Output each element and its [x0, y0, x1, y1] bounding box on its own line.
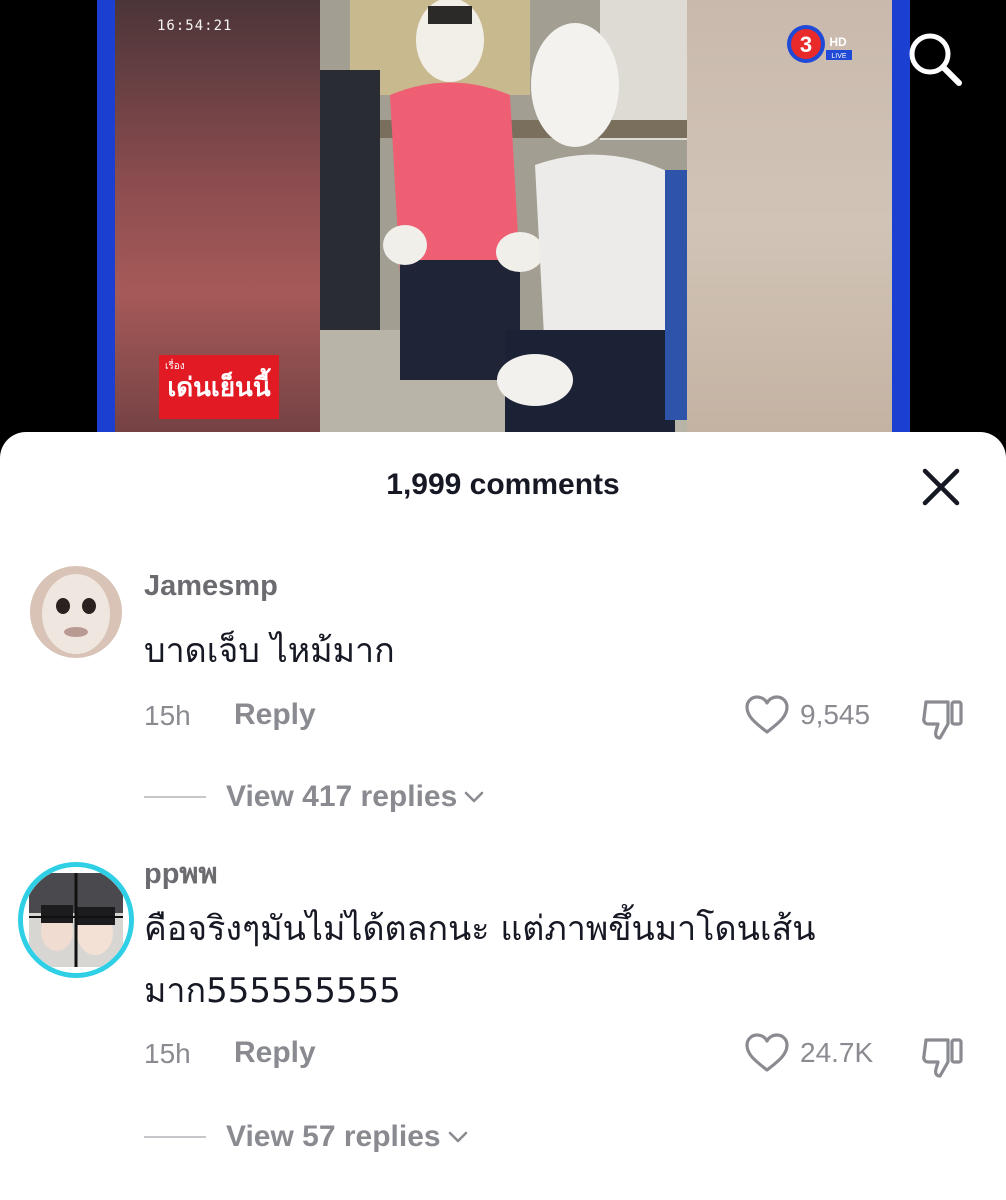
divider-line [144, 1136, 206, 1138]
avatar-story-ring[interactable] [18, 862, 134, 978]
news-broadcast-still: 16:54:21 3 HD LIVE เรื่อง เด่นเย็นนี้ [115, 0, 892, 450]
thumbs-down-icon [922, 1038, 963, 1078]
close-icon [922, 468, 960, 506]
thumbs-down-icon [922, 700, 963, 740]
comments-sheet: 1,999 comments Jamesmp บาดเจ็บ ไหม้มาก 1… [0, 432, 1006, 1200]
like-count: 9,545 [800, 699, 871, 730]
view-replies-label: View 417 replies [226, 780, 458, 813]
chevron-down-icon [448, 1131, 467, 1143]
comment-time: 15h [144, 1038, 191, 1069]
comment-text: บาดเจ็บ ไหม้มาก [144, 631, 395, 671]
comment-text-line-1: คือจริงๆมันไม่ได้ตลกนะ แต่ภาพขึ้นมาโดนเส… [144, 909, 816, 949]
view-replies-button[interactable]: View 57 replies [144, 1120, 469, 1154]
broadcast-timestamp: 16:54:21 [157, 18, 233, 34]
comment-username[interactable]: Jamesmp [144, 570, 278, 603]
reply-button[interactable]: Reply [234, 1036, 316, 1070]
dislike-button[interactable] [918, 694, 968, 744]
like-button[interactable]: 9,545 [744, 694, 870, 736]
like-button[interactable]: 24.7K [744, 1032, 873, 1074]
dislike-button[interactable] [918, 1032, 968, 1082]
reply-button[interactable]: Reply [234, 698, 316, 732]
view-replies-label: View 57 replies [226, 1120, 441, 1153]
blurred-side-right [687, 0, 892, 450]
heart-icon [745, 695, 789, 734]
video-player[interactable]: 16:54:21 3 HD LIVE เรื่อง เด่นเย็นนี้ [0, 0, 1006, 450]
like-count: 24.7K [800, 1037, 874, 1068]
search-button[interactable] [904, 28, 966, 90]
svg-text:3: 3 [800, 32, 812, 57]
sheet-header: 1,999 comments [0, 432, 1006, 536]
view-replies-button[interactable]: View 417 replies [144, 780, 485, 814]
comment-text-line-2: มาก555555555 [144, 971, 401, 1011]
svg-text:HD: HD [829, 35, 847, 49]
video-frame: 16:54:21 3 HD LIVE เรื่อง เด่นเย็นนี้ [97, 0, 910, 450]
search-icon [909, 33, 962, 86]
avatar[interactable] [30, 566, 122, 658]
comment-time: 15h [144, 700, 191, 731]
news-badge-top-text: เรื่อง [165, 361, 185, 372]
heart-icon [745, 1033, 789, 1072]
comment-count-title: 1,999 comments [386, 468, 620, 501]
svg-text:LIVE: LIVE [831, 53, 847, 60]
chevron-down-icon [464, 791, 484, 803]
divider-line [144, 796, 206, 798]
comment-username[interactable]: ppพพ [144, 850, 218, 896]
news-photo [320, 0, 687, 450]
close-button[interactable] [916, 462, 966, 512]
channel-3-logo: 3 HD LIVE [786, 22, 858, 66]
news-program-badge: เรื่อง เด่นเย็นนี้ [159, 355, 279, 419]
